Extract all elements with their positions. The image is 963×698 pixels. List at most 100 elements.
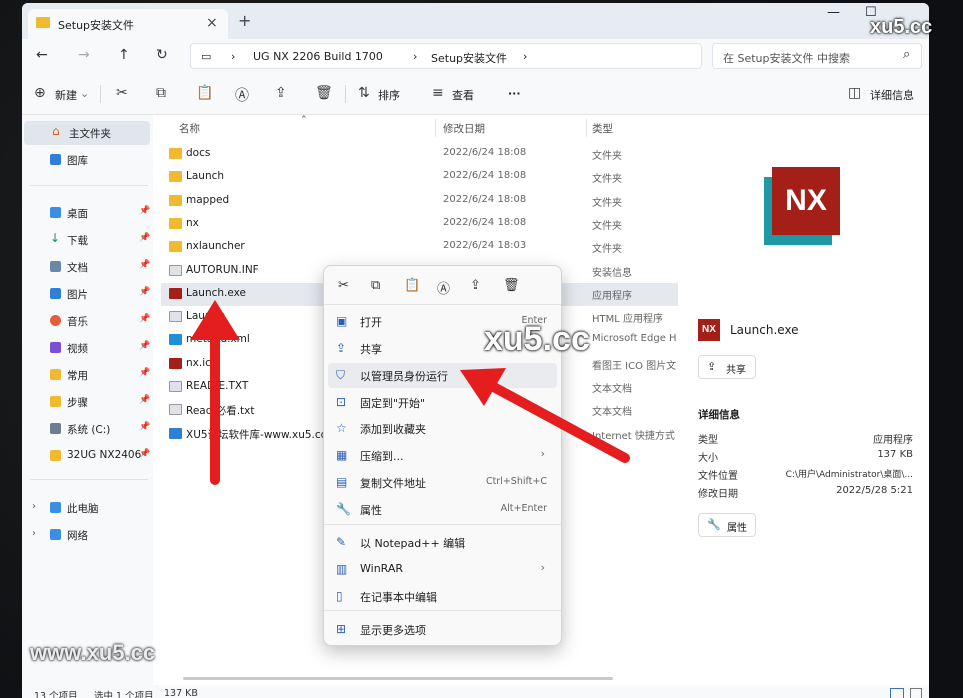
- menu-item-label: 属性: [360, 504, 382, 517]
- up-icon[interactable]: ↑: [118, 47, 130, 63]
- pin-icon[interactable]: 📌: [139, 449, 150, 459]
- back-icon[interactable]: ←: [36, 47, 48, 63]
- chevron-right-icon[interactable]: ›: [523, 50, 527, 63]
- view-icon[interactable]: ≡: [432, 85, 444, 101]
- sidebar-item-music[interactable]: 音乐 📌: [22, 309, 153, 333]
- sidebar-item-home[interactable]: ⌂ 主文件夹: [24, 121, 150, 145]
- share-icon[interactable]: ⇪: [470, 278, 481, 293]
- pin-icon[interactable]: 📌: [139, 422, 150, 432]
- column-divider[interactable]: [586, 119, 587, 137]
- sidebar-item-pictures[interactable]: 图片 📌: [22, 282, 153, 306]
- file-date: 2022/6/24 18:03: [443, 240, 527, 252]
- address-input[interactable]: ▭ › UG NX 2206 Build 1700 › Setup安装文件 ›: [190, 43, 702, 69]
- sidebar-item-videos[interactable]: 视频 📌: [22, 336, 153, 360]
- sidebar-item-documents[interactable]: 文档 📌: [22, 255, 153, 279]
- more-icon[interactable]: ···: [508, 87, 521, 100]
- delete-icon[interactable]: 🗑: [315, 85, 333, 101]
- breadcrumb-ugnx[interactable]: UG NX 2206 Build 1700: [253, 50, 383, 63]
- wrench-icon: 🔧: [336, 502, 351, 516]
- sidebar-item-system-c[interactable]: 系统 (C:) 📌: [22, 417, 153, 441]
- search-input[interactable]: 在 Setup安装文件 中搜索 ⌕: [712, 43, 922, 69]
- sidebar-item-thispc[interactable]: › 此电脑: [22, 496, 153, 520]
- chevron-right-icon[interactable]: ›: [32, 501, 36, 512]
- new-tab-icon[interactable]: +: [238, 11, 251, 30]
- share-icon[interactable]: ⇪: [275, 85, 287, 101]
- column-header-name[interactable]: 名称: [179, 121, 200, 136]
- sidebar-item-32ugnx[interactable]: 32UG NX2406 📌: [22, 444, 153, 468]
- file-name: XU5论坛软件库-www.xu5.cc安: [186, 428, 337, 441]
- column-header-type[interactable]: 类型: [592, 121, 613, 136]
- file-row[interactable]: mapped 2022/6/24 18:08 文件夹: [161, 190, 678, 213]
- sidebar-item-gallery[interactable]: 图库: [22, 148, 153, 172]
- delete-icon[interactable]: 🗑: [503, 278, 520, 293]
- details-view-icon[interactable]: [890, 688, 904, 698]
- sort-icon[interactable]: ⇅: [358, 85, 370, 101]
- menu-item[interactable]: 🔧 属性 Alt+Enter: [328, 497, 557, 522]
- pin-icon[interactable]: 📌: [139, 314, 150, 324]
- rename-icon[interactable]: Ⓐ: [235, 85, 249, 105]
- file-row[interactable]: Launch 2022/6/24 18:08 文件夹: [161, 166, 678, 189]
- view-button[interactable]: 查看: [452, 87, 474, 103]
- copy-icon[interactable]: ⧉: [156, 85, 166, 101]
- close-tab-icon[interactable]: ×: [206, 15, 218, 31]
- menu-item[interactable]: ▦ 压缩到... ›: [328, 443, 557, 468]
- menu-item[interactable]: ⊡ 固定到"开始": [328, 390, 557, 415]
- chevron-right-icon[interactable]: ›: [32, 528, 36, 539]
- sort-button[interactable]: 排序: [378, 87, 400, 103]
- menu-item[interactable]: ▤ 复制文件地址 Ctrl+Shift+C: [328, 470, 557, 495]
- paste-icon[interactable]: 📋: [404, 278, 420, 293]
- cut-icon[interactable]: ✂: [116, 85, 128, 101]
- forward-icon[interactable]: →: [78, 47, 90, 63]
- copy-icon[interactable]: ⧉: [371, 278, 380, 293]
- monitor-icon: ▭: [201, 50, 212, 63]
- column-divider[interactable]: [435, 119, 436, 137]
- tab-setup[interactable]: Setup安装文件 ×: [28, 9, 228, 39]
- file-type: 文件夹: [592, 197, 622, 209]
- file-row[interactable]: nxlauncher 2022/6/24 18:03 文件夹: [161, 236, 678, 259]
- rename-icon[interactable]: Ⓐ: [437, 278, 450, 297]
- horizontal-scrollbar[interactable]: [183, 677, 613, 680]
- menu-item[interactable]: ▯ 在记事本中编辑: [328, 584, 557, 609]
- details-pane-icon[interactable]: ◫: [848, 85, 861, 101]
- sidebar-item-steps[interactable]: 步骤 📌: [22, 390, 153, 414]
- file-row[interactable]: docs 2022/6/24 18:08 文件夹: [161, 143, 678, 166]
- pin-icon[interactable]: 📌: [139, 206, 150, 216]
- pin-icon[interactable]: 📌: [139, 233, 150, 243]
- column-header-date[interactable]: 修改日期: [443, 121, 485, 136]
- breadcrumb-setup[interactable]: Setup安装文件: [431, 50, 507, 66]
- sidebar-item-network[interactable]: › 网络: [22, 523, 153, 547]
- refresh-icon[interactable]: ↻: [156, 47, 168, 63]
- menu-item[interactable]: ✎ 以 Notepad++ 编辑: [328, 530, 557, 555]
- pin-icon[interactable]: 📌: [139, 395, 150, 405]
- pin-icon[interactable]: 📌: [139, 260, 150, 270]
- menu-item[interactable]: ☆ 添加到收藏夹: [328, 416, 557, 441]
- sidebar-item-downloads[interactable]: ↓ 下载 📌: [22, 228, 153, 252]
- menu-item-label: 打开: [360, 316, 382, 329]
- file-type: 文本文档: [592, 384, 632, 395]
- menu-item[interactable]: ▥ WinRAR ›: [328, 557, 557, 582]
- sidebar-item-common[interactable]: 常用 📌: [22, 363, 153, 387]
- pin-icon[interactable]: 📌: [139, 368, 150, 378]
- tiles-view-icon[interactable]: [910, 688, 922, 698]
- new-button[interactable]: 新建: [55, 87, 77, 103]
- home-icon: ⌂: [52, 124, 60, 138]
- file-row[interactable]: nx 2022/6/24 18:08 文件夹: [161, 213, 678, 236]
- folder-icon: [169, 241, 182, 253]
- chevron-right-icon[interactable]: ›: [413, 50, 417, 63]
- new-icon[interactable]: ⊕: [34, 85, 46, 101]
- chevron-right-icon[interactable]: ›: [231, 50, 235, 63]
- pin-icon[interactable]: 📌: [139, 287, 150, 297]
- sidebar-item-desktop[interactable]: 桌面 📌: [22, 201, 153, 225]
- properties-label: 属性: [727, 523, 747, 534]
- paste-icon[interactable]: 📋: [196, 85, 213, 101]
- details-properties-button[interactable]: 🔧 属性: [698, 513, 756, 537]
- menu-item[interactable]: ⛉ 以管理员身份运行: [328, 363, 557, 388]
- menu-item[interactable]: ⊞ 显示更多选项: [328, 617, 557, 642]
- details-share-button[interactable]: ⇪ 共享: [698, 355, 756, 379]
- minimize-icon[interactable]: —: [827, 5, 840, 20]
- menu-item-label: 添加到收藏夹: [360, 423, 426, 436]
- cut-icon[interactable]: ✂: [338, 278, 349, 293]
- pin-icon[interactable]: 📌: [139, 341, 150, 351]
- details-button[interactable]: 详细信息: [870, 87, 914, 103]
- file-date: 2022/6/24 18:08: [443, 216, 527, 228]
